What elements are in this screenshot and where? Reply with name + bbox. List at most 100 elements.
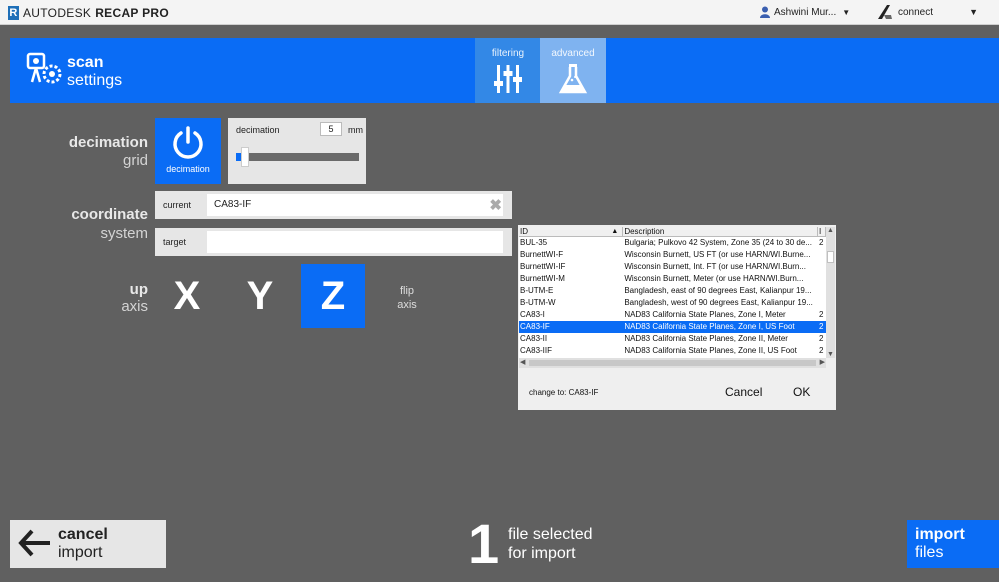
horizontal-scroll-thumb[interactable] bbox=[529, 360, 816, 366]
scroll-right-icon[interactable]: ▶ bbox=[820, 358, 825, 366]
clear-icon[interactable]: ✖ bbox=[489, 196, 502, 214]
table-row[interactable]: BurnettWI-F Wisconsin Burnett, US FT (or … bbox=[519, 249, 826, 261]
cell-extra: 2 bbox=[819, 238, 824, 247]
cell-id: CA83-IIF bbox=[520, 346, 553, 355]
chevron-down-icon: ▼ bbox=[969, 7, 978, 17]
decimation-value-input[interactable]: 5 bbox=[320, 122, 342, 136]
cell-id: BurnettWI-F bbox=[520, 250, 564, 259]
cell-extra bbox=[818, 261, 826, 273]
cell-id: CA83-I bbox=[520, 310, 545, 319]
tab-advanced[interactable]: advanced bbox=[540, 38, 606, 103]
table-row[interactable]: B-UTM-E Bangladesh, east of 90 degrees Ea… bbox=[519, 285, 826, 297]
column-header-id-label: ID bbox=[520, 227, 528, 236]
scroll-down-icon[interactable]: ▼ bbox=[827, 351, 834, 358]
app-brand: R AUTODESK RECAP PRO bbox=[8, 4, 169, 22]
cell-description: NAD83 California State Planes, Zone I, U… bbox=[624, 322, 795, 331]
decimation-toggle-button[interactable]: decimation bbox=[155, 118, 221, 184]
cell-description: Bangladesh, west of 90 degrees East, Kal… bbox=[624, 298, 813, 307]
cell-id: BurnettWI-IF bbox=[520, 262, 566, 271]
recap-logo-icon: R bbox=[8, 6, 19, 20]
flip-axis-button[interactable]: flip axis bbox=[387, 284, 427, 312]
table-row[interactable]: BurnettWI-M Wisconsin Burnett, Meter (or … bbox=[519, 273, 826, 285]
import-files-title: import bbox=[915, 526, 965, 543]
table-body: BUL-35 Bulgaria; Pulkovo 42 System, Zone … bbox=[519, 237, 826, 357]
cell-description: Wisconsin Burnett, US FT (or use HARN/WI… bbox=[624, 250, 811, 259]
cancel-import-button[interactable]: cancel import bbox=[10, 520, 166, 568]
cell-extra: 2 bbox=[819, 334, 824, 343]
decimation-slider[interactable] bbox=[236, 153, 359, 161]
cell-id: CA83-IF bbox=[520, 322, 550, 331]
target-coordinate-row: target bbox=[155, 228, 512, 256]
table-row[interactable]: B-UTM-W Bangladesh, west of 90 degrees Ea… bbox=[519, 297, 826, 309]
selected-text-line1: file selected bbox=[508, 526, 593, 543]
target-label: target bbox=[163, 237, 187, 247]
up-axis-label: up bbox=[129, 281, 148, 298]
column-header-description[interactable]: Description bbox=[623, 227, 819, 236]
scan-settings-icon bbox=[26, 52, 62, 84]
scroll-left-icon[interactable]: ◀ bbox=[520, 358, 525, 366]
cell-description: NAD83 California State Planes, Zone II, … bbox=[624, 346, 797, 355]
scroll-up-icon[interactable]: ▲ bbox=[827, 227, 834, 234]
column-header-id[interactable]: ID ▲ bbox=[519, 227, 624, 236]
cancel-import-subtitle: import bbox=[58, 544, 103, 561]
axis-z-button[interactable]: Z bbox=[301, 264, 365, 328]
chevron-down-icon: ▼ bbox=[842, 7, 851, 17]
cell-extra: 2 bbox=[819, 346, 824, 355]
sliders-icon bbox=[494, 65, 522, 93]
flip-axis-line2: axis bbox=[397, 299, 417, 311]
column-header-extra[interactable]: I bbox=[818, 227, 826, 236]
current-coordinate-field[interactable]: CA83-IF bbox=[207, 194, 503, 216]
connect-label: connect bbox=[898, 6, 934, 18]
user-menu[interactable]: Ashwini Mur... ▼ bbox=[760, 6, 850, 18]
cell-extra bbox=[818, 273, 826, 285]
table-header: ID ▲ Description I bbox=[519, 227, 826, 237]
horizontal-scrollbar[interactable]: ◀ ▶ bbox=[519, 358, 826, 368]
cell-extra bbox=[818, 249, 826, 261]
cell-extra bbox=[818, 285, 826, 297]
cell-description: Wisconsin Burnett, Int. FT (or use HARN/… bbox=[624, 262, 806, 271]
cell-extra: 2 bbox=[819, 310, 824, 319]
import-files-subtitle: files bbox=[915, 544, 944, 561]
change-to-text: change to: CA83-IF bbox=[529, 388, 599, 397]
vertical-scroll-thumb[interactable] bbox=[827, 251, 834, 263]
ok-button[interactable]: OK bbox=[793, 385, 810, 399]
coordinate-label: coordinate bbox=[71, 206, 148, 223]
header-title: scan bbox=[67, 54, 104, 71]
coordinate-system-picker: ID ▲ Description I BUL-35 Bulgaria; Pulko… bbox=[518, 225, 836, 410]
decimation-label: decimation bbox=[68, 134, 148, 151]
selected-count: 1 bbox=[468, 512, 500, 575]
vertical-scrollbar[interactable]: ▲ ▼ bbox=[826, 227, 835, 358]
current-coordinate-row: current CA83-IF ✖ bbox=[155, 191, 512, 219]
coordinate-sublabel: system bbox=[100, 225, 148, 242]
decimation-sublabel: grid bbox=[122, 152, 148, 169]
decimation-unit: mm bbox=[348, 125, 363, 135]
import-files-button[interactable]: import files bbox=[907, 520, 999, 568]
axis-y-button[interactable]: Y bbox=[228, 264, 292, 328]
sort-up-icon: ▲ bbox=[611, 228, 619, 235]
table-row[interactable]: CA83-II NAD83 California State Planes, Zo… bbox=[519, 333, 826, 345]
decimation-slider-thumb[interactable] bbox=[241, 147, 249, 167]
coordinate-system-table: ID ▲ Description I BUL-35 Bulgaria; Pulko… bbox=[519, 227, 826, 358]
table-row[interactable]: BurnettWI-IF Wisconsin Burnett, Int. FT (… bbox=[519, 261, 826, 273]
cancel-button[interactable]: Cancel bbox=[725, 385, 762, 399]
autodesk-a-icon bbox=[878, 5, 892, 19]
tab-filtering-label: filtering bbox=[491, 48, 525, 59]
target-coordinate-input[interactable] bbox=[207, 231, 503, 253]
cell-description: NAD83 California State Planes, Zone I, M… bbox=[624, 310, 786, 319]
cell-description: Bulgaria; Pulkovo 42 System, Zone 35 (24… bbox=[624, 238, 812, 247]
connect-menu[interactable]: connect ▼ bbox=[878, 4, 978, 20]
up-axis-sublabel: axis bbox=[121, 298, 148, 315]
cell-description: Bangladesh, east of 90 degrees East, Kal… bbox=[624, 286, 812, 295]
cell-id: BUL-35 bbox=[520, 238, 548, 247]
cell-id: CA83-II bbox=[520, 334, 548, 343]
top-bar: R AUTODESK RECAP PRO Ashwini Mur... ▼ co… bbox=[0, 0, 999, 25]
brand-autodesk: AUTODESK bbox=[23, 6, 92, 20]
cell-description: NAD83 California State Planes, Zone II, … bbox=[624, 334, 788, 343]
table-row[interactable]: CA83-IF NAD83 California State Planes, Zo… bbox=[519, 321, 826, 333]
axis-x-button[interactable]: X bbox=[155, 264, 219, 328]
table-row[interactable]: CA83-IIF NAD83 California State Planes, Z… bbox=[519, 345, 826, 357]
table-row[interactable]: BUL-35 Bulgaria; Pulkovo 42 System, Zone … bbox=[519, 237, 826, 249]
scan-settings-header: scan settings filtering advanced bbox=[10, 38, 999, 103]
table-row[interactable]: CA83-I NAD83 California State Planes, Zon… bbox=[519, 309, 826, 321]
tab-filtering[interactable]: filtering bbox=[475, 38, 541, 103]
